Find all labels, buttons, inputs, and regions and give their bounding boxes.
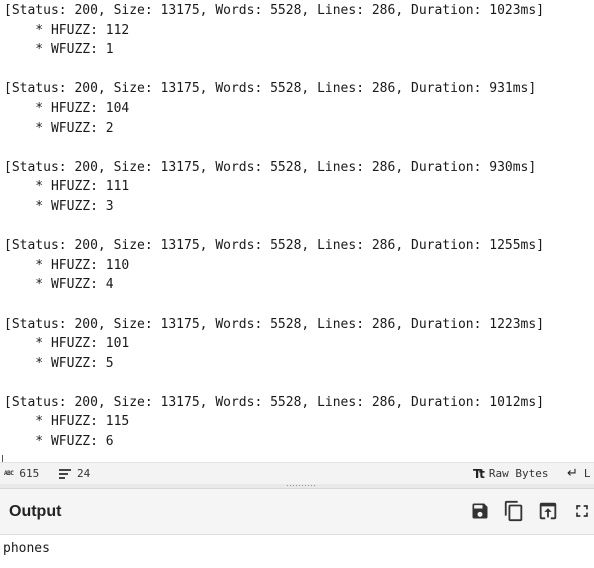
char-count-value: 615 bbox=[19, 467, 40, 480]
output-text[interactable]: phones bbox=[3, 541, 50, 556]
status-line: [Status: 200, Size: 13175, Words: 5528, … bbox=[4, 159, 537, 175]
save-output-button[interactable] bbox=[469, 500, 491, 522]
wfuzz-line: * WFUZZ: 1 bbox=[4, 42, 114, 58]
text-encoding-icon: Tt bbox=[473, 466, 485, 481]
encoding-selector[interactable]: Tt Raw Bytes bbox=[473, 463, 549, 484]
output-header: Output bbox=[0, 489, 594, 535]
input-textarea[interactable]: [Status: 200, Size: 13175, Words: 5528, … bbox=[4, 1, 544, 452]
lines-icon bbox=[59, 468, 71, 479]
status-line: [Status: 200, Size: 13175, Words: 5528, … bbox=[4, 81, 537, 97]
wfuzz-line: * WFUZZ: 6 bbox=[4, 434, 114, 450]
char-count: ABC 615 bbox=[4, 463, 39, 484]
wfuzz-line: * WFUZZ: 4 bbox=[4, 277, 114, 293]
hfuzz-line: * HFUZZ: 112 bbox=[4, 22, 130, 38]
status-line: [Status: 200, Size: 13175, Words: 5528, … bbox=[4, 3, 545, 18]
line-count-value: 24 bbox=[77, 467, 91, 480]
hfuzz-line: * HFUZZ: 110 bbox=[4, 257, 130, 273]
copy-icon bbox=[504, 500, 523, 522]
status-line: [Status: 200, Size: 13175, Words: 5528, … bbox=[4, 316, 545, 332]
abc-icon: ABC bbox=[4, 470, 14, 477]
eol-label: L bbox=[583, 467, 591, 480]
resize-grip-icon[interactable] bbox=[286, 484, 317, 487]
enter-icon: ↵ bbox=[567, 466, 578, 481]
text-caret bbox=[2, 455, 3, 462]
eol-selector[interactable]: ↵ L bbox=[567, 463, 591, 484]
replace-input-icon bbox=[539, 502, 557, 520]
hfuzz-line: * HFUZZ: 115 bbox=[4, 414, 130, 430]
wfuzz-line: * WFUZZ: 3 bbox=[4, 198, 114, 214]
status-line: [Status: 200, Size: 13175, Words: 5528, … bbox=[4, 394, 545, 410]
line-count: 24 bbox=[59, 463, 90, 484]
wfuzz-line: * WFUZZ: 5 bbox=[4, 355, 114, 371]
output-title: Output bbox=[9, 503, 62, 520]
copy-output-button[interactable] bbox=[503, 500, 525, 522]
wfuzz-line: * WFUZZ: 2 bbox=[4, 120, 114, 136]
input-status-bar: ABC 615 24 Tt Raw Bytes ↵ L bbox=[0, 462, 594, 484]
hfuzz-line: * HFUZZ: 101 bbox=[4, 336, 130, 352]
maximize-output-button[interactable] bbox=[571, 500, 593, 522]
replace-input-button[interactable] bbox=[537, 500, 559, 522]
input-panel[interactable]: [Status: 200, Size: 13175, Words: 5528, … bbox=[0, 0, 594, 462]
status-line: [Status: 200, Size: 13175, Words: 5528, … bbox=[4, 238, 545, 254]
hfuzz-line: * HFUZZ: 111 bbox=[4, 179, 130, 195]
encoding-label: Raw Bytes bbox=[488, 467, 549, 480]
output-panel[interactable]: phones bbox=[0, 535, 594, 568]
maximize-icon bbox=[576, 505, 588, 517]
save-icon bbox=[472, 503, 488, 519]
hfuzz-line: * HFUZZ: 104 bbox=[4, 100, 130, 116]
